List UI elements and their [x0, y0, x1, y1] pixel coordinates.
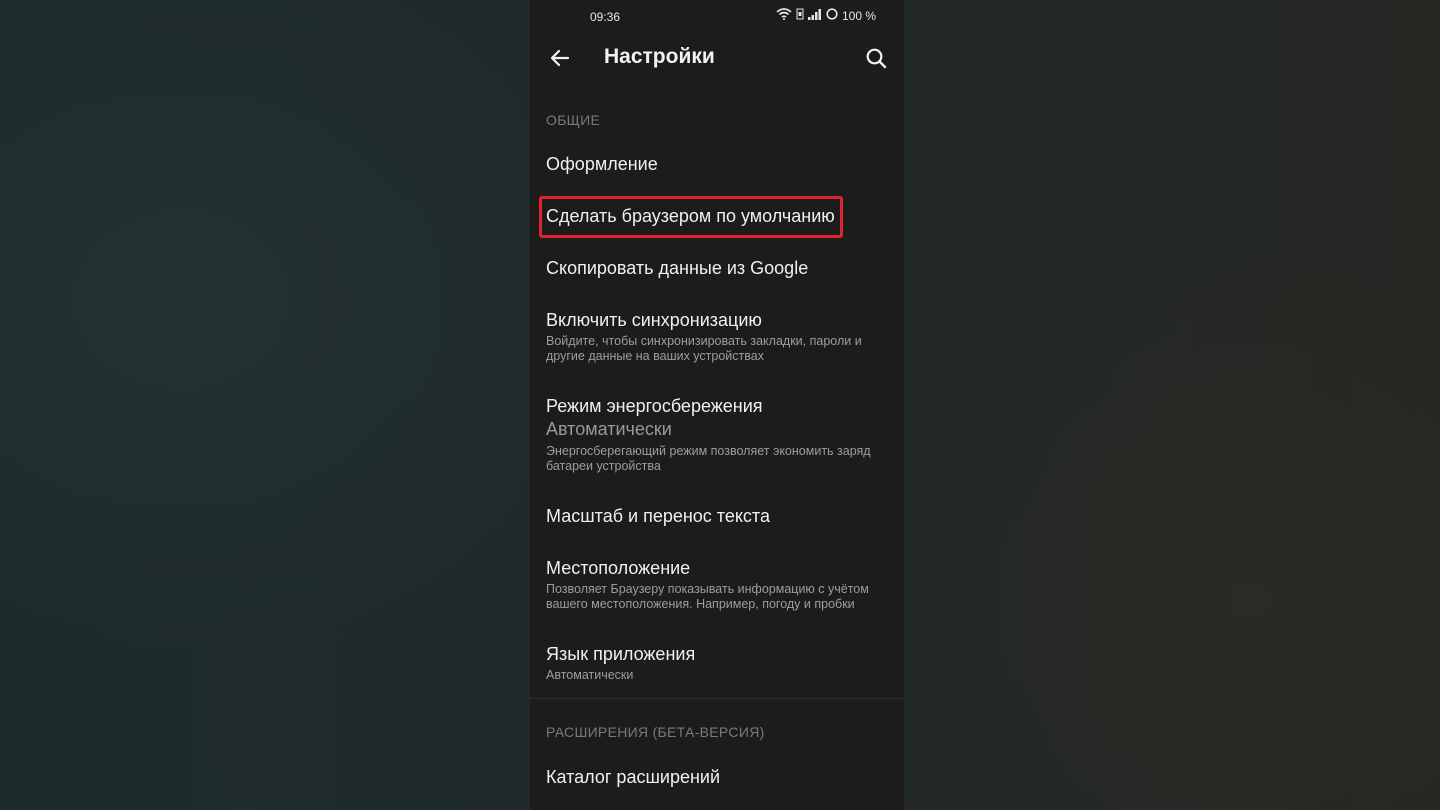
item-title: Язык приложения — [546, 644, 696, 664]
arrow-left-icon — [550, 49, 570, 67]
item-title: Местоположение — [546, 558, 691, 578]
item-title: Масштаб и перенос текста — [546, 506, 770, 526]
search-button[interactable] — [860, 42, 892, 74]
battery-ring-icon — [826, 8, 838, 23]
wifi-icon — [776, 8, 792, 23]
item-title: Оформление — [546, 154, 658, 174]
item-title: Каталог расширений — [546, 767, 721, 787]
battery-percent: 100 % — [841, 8, 876, 23]
status-icons: 100 % — [776, 8, 876, 23]
item-title: Сделать браузером по умолчанию — [546, 206, 835, 226]
settings-item-extensions-catalog[interactable]: Каталог расширений — [546, 766, 890, 788]
section-header-extensions: РАСШИРЕНИЯ (БЕТА-ВЕРСИЯ) — [546, 724, 765, 740]
settings-item-location[interactable]: Местоположение Позволяет Браузеру показы… — [546, 557, 890, 612]
settings-item-text-scale[interactable]: Масштаб и перенос текста — [546, 505, 890, 527]
sim-icon — [796, 8, 804, 23]
back-button[interactable] — [544, 42, 576, 74]
settings-item-appearance[interactable]: Оформление — [546, 153, 890, 175]
item-subtitle: Войдите, чтобы синхронизировать закладки… — [546, 334, 862, 363]
settings-item-app-language[interactable]: Язык приложения Автоматически — [546, 643, 890, 683]
item-subtitle: Автоматически — [546, 668, 634, 682]
item-subtitle: Позволяет Браузеру показывать информацию… — [546, 582, 869, 611]
settings-item-set-default-browser[interactable]: Сделать браузером по умолчанию — [546, 205, 890, 227]
status-bar: 09:36 100 % — [530, 0, 904, 34]
top-app-bar: Настройки — [530, 34, 904, 86]
page-title: Настройки — [604, 45, 715, 68]
section-header-general: ОБЩИЕ — [546, 112, 601, 128]
section-divider — [530, 698, 904, 699]
item-value: Автоматически — [546, 419, 672, 439]
search-icon — [866, 48, 886, 68]
item-title: Скопировать данные из Google — [546, 258, 809, 278]
settings-item-enable-sync[interactable]: Включить синхронизацию Войдите, чтобы си… — [546, 309, 890, 364]
settings-item-copy-google-data[interactable]: Скопировать данные из Google — [546, 257, 890, 279]
signal-icon — [807, 8, 822, 23]
settings-item-power-saving[interactable]: Режим энергосбережения Автоматически Эне… — [546, 395, 890, 474]
status-time: 09:36 — [590, 10, 621, 24]
item-title: Включить синхронизацию — [546, 310, 762, 330]
item-subtitle: Энергосберегающий режим позволяет эконом… — [546, 444, 871, 473]
phone-screen: 09:36 100 % Настройки ОБЩИЕ Оформление С… — [530, 0, 904, 810]
item-title: Режим энергосбережения — [546, 396, 763, 416]
